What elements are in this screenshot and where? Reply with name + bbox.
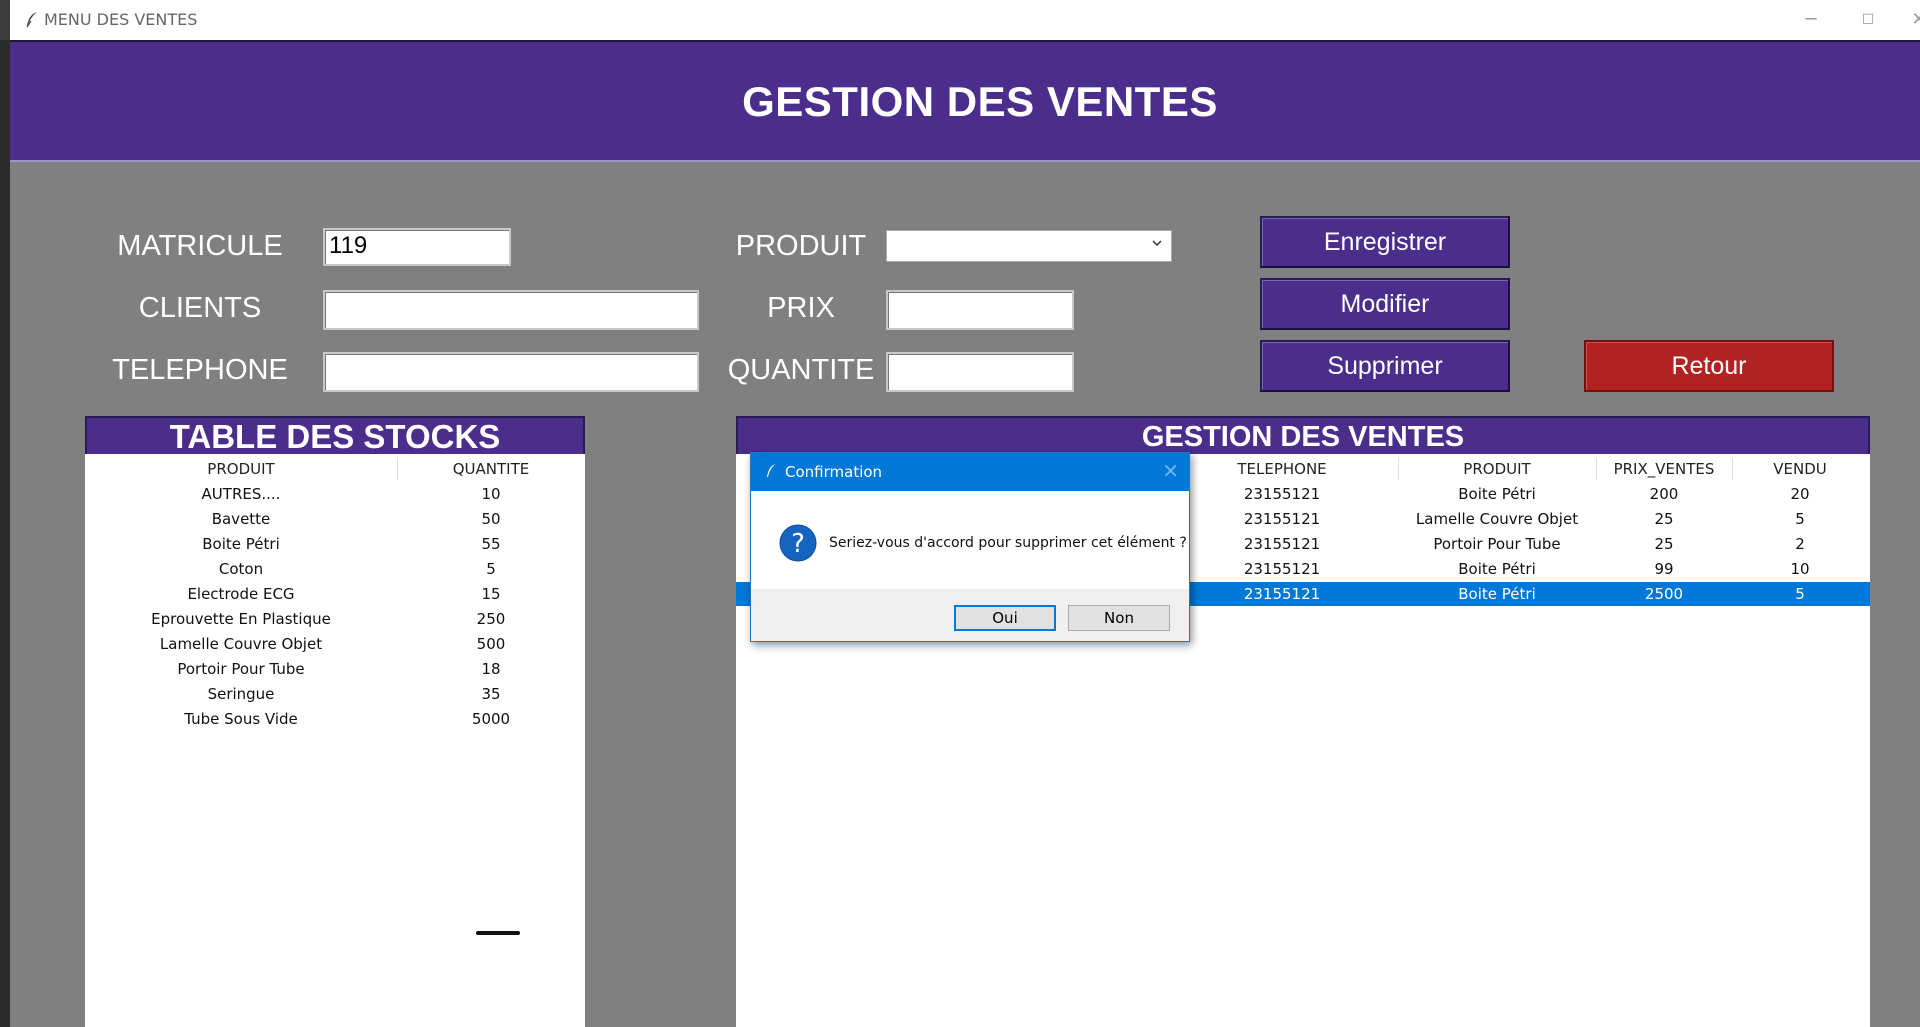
modifier-button[interactable]: Modifier	[1260, 278, 1510, 330]
prix-label: PRIX	[767, 292, 835, 324]
vente-cell-prix[interactable]: 25	[1596, 535, 1732, 553]
header-banner: GESTION DES VENTES	[10, 42, 1920, 162]
app-root: MENU DES VENTES ─ ☐ ✕ GESTION DES VENTES…	[0, 0, 1920, 1027]
stock-cell-quantite[interactable]: 15	[397, 585, 585, 603]
ventes-header-produit[interactable]: PRODUIT	[1398, 460, 1596, 478]
matricule-label: MATRICULE	[117, 230, 283, 262]
produit-label: PRODUIT	[735, 230, 867, 262]
stock-cell-quantite[interactable]: 18	[397, 660, 585, 678]
vente-cell-telephone[interactable]: 23155121	[1182, 535, 1382, 553]
vente-cell-vendu[interactable]: 5	[1732, 510, 1868, 528]
stock-cell-quantite[interactable]: 10	[397, 485, 585, 503]
dialog-message: Seriez-vous d'accord pour supprimer cet …	[829, 535, 1187, 551]
vente-cell-telephone[interactable]: 23155121	[1182, 485, 1382, 503]
quantite-label: QUANTITE	[727, 354, 875, 386]
cursor-underline-mark	[476, 931, 520, 935]
feather-icon	[26, 12, 37, 28]
stock-cell-quantite[interactable]: 5000	[397, 710, 585, 728]
stock-cell-quantite[interactable]: 500	[397, 635, 585, 653]
svg-text:?: ?	[791, 529, 805, 559]
window-title: MENU DES VENTES	[44, 10, 198, 29]
vente-cell-telephone[interactable]: 23155121	[1182, 585, 1382, 603]
stocks-header-produit[interactable]: PRODUIT	[85, 460, 397, 478]
telephone-input[interactable]	[323, 352, 699, 392]
retour-button[interactable]: Retour	[1584, 340, 1834, 392]
stock-cell-produit[interactable]: Boite Pétri	[85, 535, 397, 553]
quantite-input[interactable]	[886, 352, 1074, 392]
stock-cell-quantite[interactable]: 50	[397, 510, 585, 528]
vente-cell-prix[interactable]: 25	[1596, 510, 1732, 528]
maximize-icon[interactable]: ☐	[1853, 6, 1883, 34]
stock-cell-produit[interactable]: Electrode ECG	[85, 585, 397, 603]
stock-cell-quantite[interactable]: 250	[397, 610, 585, 628]
matricule-input[interactable]: 119	[323, 228, 511, 266]
supprimer-button[interactable]: Supprimer	[1260, 340, 1510, 392]
stock-cell-quantite[interactable]: 55	[397, 535, 585, 553]
stock-cell-produit[interactable]: Seringue	[85, 685, 397, 703]
vente-cell-produit[interactable]: Lamelle Couvre Objet	[1398, 510, 1596, 528]
question-icon: ?	[779, 524, 817, 562]
stock-cell-quantite[interactable]: 35	[397, 685, 585, 703]
vente-cell-prix[interactable]: 99	[1596, 560, 1732, 578]
telephone-label: TELEPHONE	[112, 354, 288, 386]
page-title: GESTION DES VENTES	[742, 78, 1218, 125]
vente-cell-produit[interactable]: Boite Pétri	[1398, 585, 1596, 603]
feather-icon	[767, 464, 775, 477]
stock-cell-produit[interactable]: Bavette	[85, 510, 397, 528]
vente-cell-vendu[interactable]: 10	[1732, 560, 1868, 578]
ventes-header-vendu[interactable]: VENDU	[1732, 460, 1868, 478]
dialog-close-icon[interactable]: ✕	[1162, 459, 1179, 483]
vente-cell-produit[interactable]: Boite Pétri	[1398, 485, 1596, 503]
ventes-title: GESTION DES VENTES	[736, 416, 1870, 454]
vente-cell-vendu[interactable]: 5	[1732, 585, 1868, 603]
prix-input[interactable]	[886, 290, 1074, 330]
stock-cell-produit[interactable]: Tube Sous Vide	[85, 710, 397, 728]
clients-label: CLIENTS	[138, 292, 262, 324]
ventes-header-telephone[interactable]: TELEPHONE	[1182, 460, 1382, 478]
vente-cell-vendu[interactable]: 20	[1732, 485, 1868, 503]
window-titlebar: MENU DES VENTES ─ ☐ ✕	[10, 0, 1920, 40]
minimize-icon[interactable]: ─	[1796, 6, 1826, 34]
vente-cell-produit[interactable]: Portoir Pour Tube	[1398, 535, 1596, 553]
dialog-titlebar: Confirmation ✕	[751, 453, 1189, 491]
stocks-header-quantite[interactable]: QUANTITE	[397, 460, 585, 478]
dialog-title: Confirmation	[785, 463, 883, 481]
vente-cell-vendu[interactable]: 2	[1732, 535, 1868, 553]
vente-cell-telephone[interactable]: 23155121	[1182, 510, 1382, 528]
vente-cell-telephone[interactable]: 23155121	[1182, 560, 1382, 578]
stock-cell-produit[interactable]: Lamelle Couvre Objet	[85, 635, 397, 653]
stock-cell-produit[interactable]: Eprouvette En Plastique	[85, 610, 397, 628]
stock-cell-produit[interactable]: Coton	[85, 560, 397, 578]
confirmation-dialog: Confirmation ✕ ? Seriez-vous d'accord po…	[750, 452, 1190, 642]
oui-button[interactable]: Oui	[954, 605, 1056, 631]
clients-input[interactable]	[323, 290, 699, 330]
stock-cell-produit[interactable]: Portoir Pour Tube	[85, 660, 397, 678]
vente-cell-produit[interactable]: Boite Pétri	[1398, 560, 1596, 578]
stock-cell-quantite[interactable]: 5	[397, 560, 585, 578]
stocks-title: TABLE DES STOCKS	[85, 416, 585, 455]
non-button[interactable]: Non	[1068, 605, 1170, 631]
close-icon[interactable]: ✕	[1904, 6, 1920, 34]
enregistrer-button[interactable]: Enregistrer	[1260, 216, 1510, 268]
desktop-edge	[0, 40, 10, 1027]
ventes-header-prix[interactable]: PRIX_VENTES	[1596, 460, 1732, 478]
vente-cell-prix[interactable]: 200	[1596, 485, 1732, 503]
chevron-down-icon[interactable]	[1151, 237, 1163, 249]
produit-combobox[interactable]	[886, 230, 1172, 262]
vente-cell-prix[interactable]: 2500	[1596, 585, 1732, 603]
stocks-panel: TABLE DES STOCKS PRODUIT QUANTITE AUTRES…	[85, 416, 585, 1027]
stock-cell-produit[interactable]: AUTRES....	[85, 485, 397, 503]
